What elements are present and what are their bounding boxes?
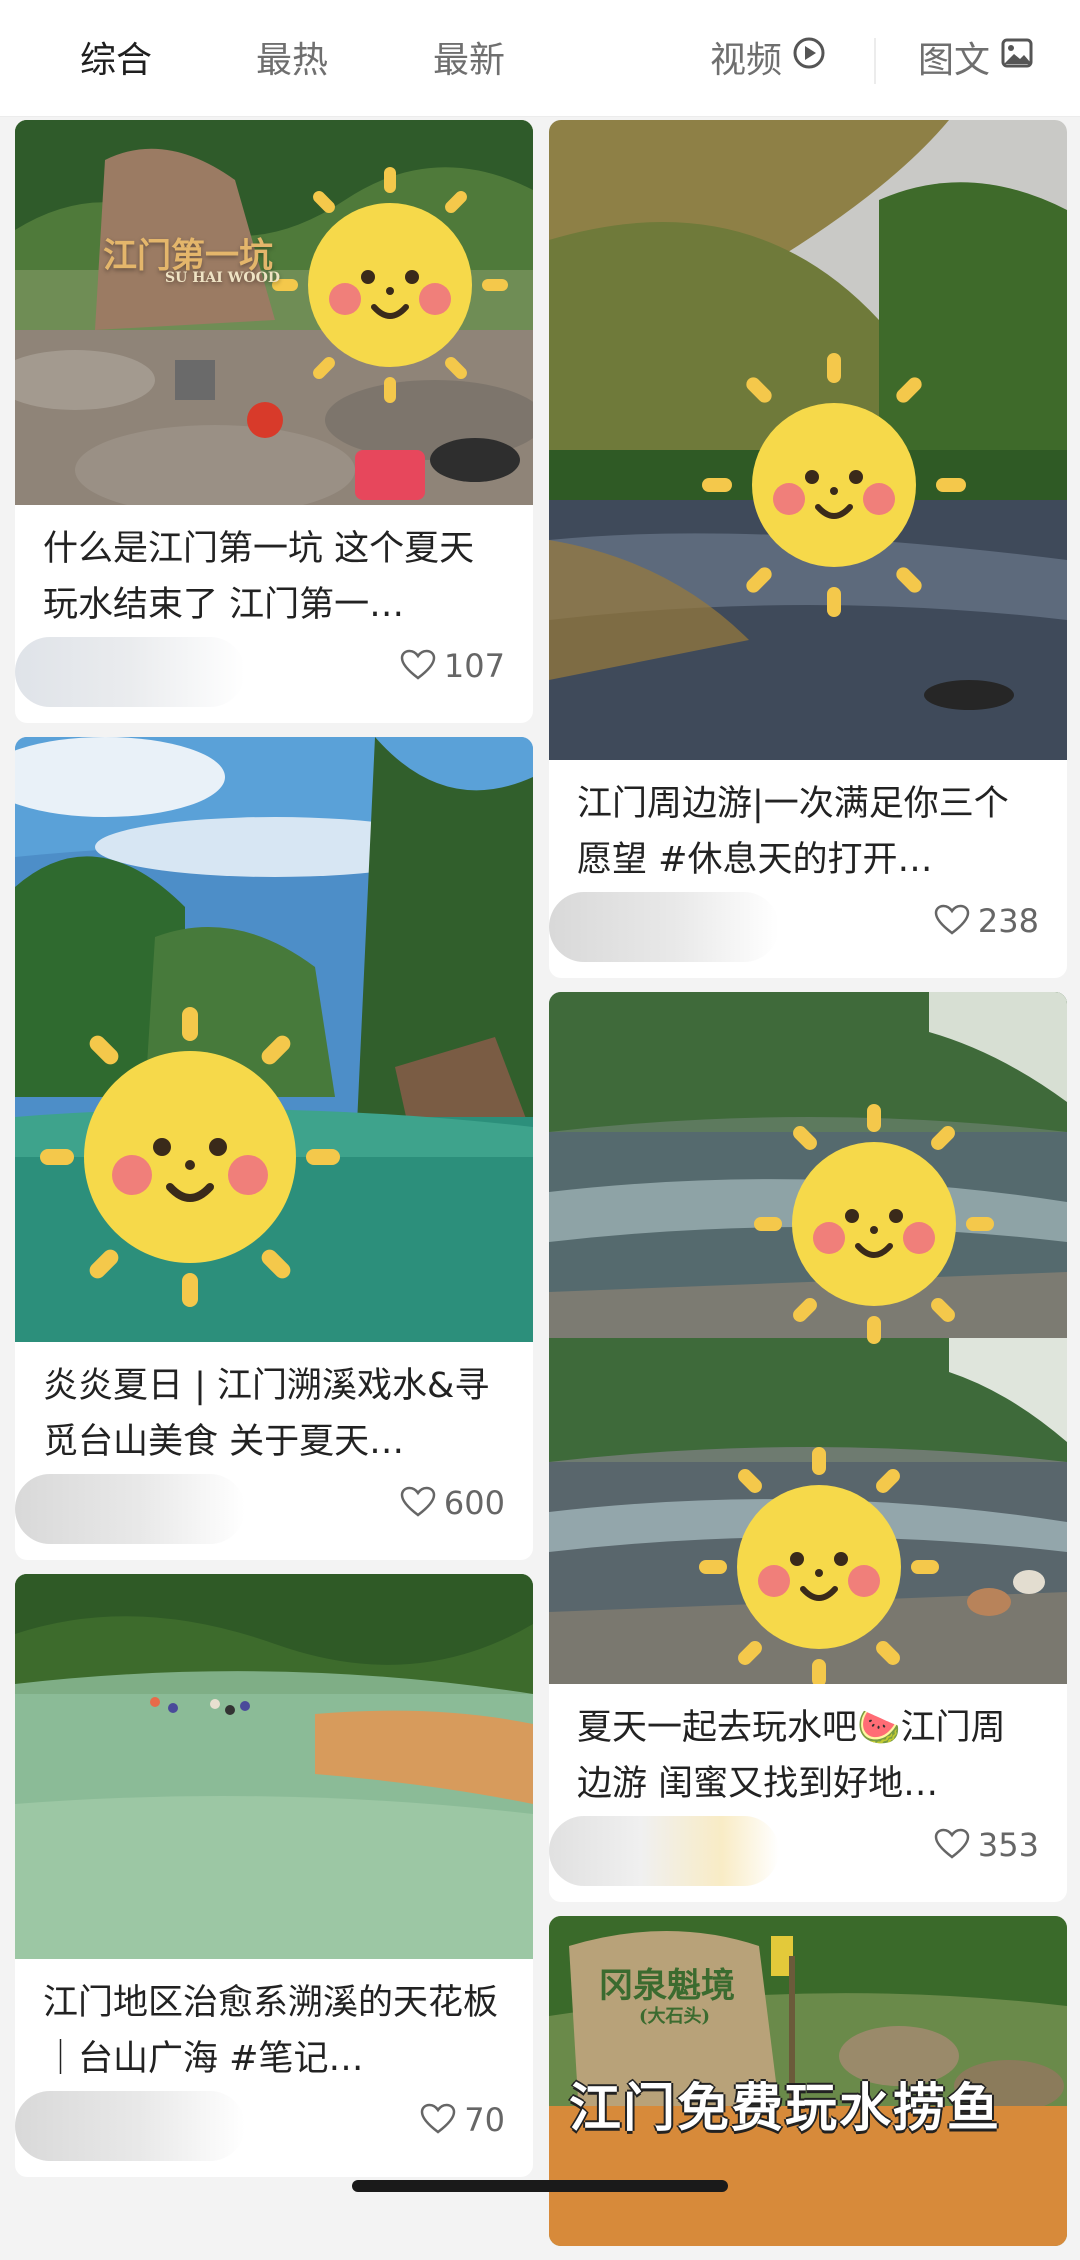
like-count[interactable]: 238 [934, 896, 1039, 946]
tab-video[interactable]: 视频 [710, 36, 826, 86]
note-cover-image[interactable]: 冈泉魁境 (大石头) 江门免费玩水捞鱼 [549, 1916, 1067, 2246]
like-count[interactable]: 353 [934, 1820, 1039, 1870]
like-count-value: 107 [443, 647, 505, 685]
like-count[interactable]: 107 [400, 641, 505, 691]
like-count-value: 70 [464, 2101, 505, 2139]
home-indicator[interactable] [352, 2180, 728, 2192]
tab-hottest[interactable]: 最热 [256, 36, 328, 86]
stone-inscription: 冈泉魁境 [599, 1966, 735, 2006]
stone-inscription-sub: (大石头) [639, 2006, 711, 2027]
note-card[interactable]: 江门地区治愈系溯溪的天花板｜台山广海 #笔记… 70 [15, 1574, 533, 2177]
note-cover-image[interactable] [15, 1574, 533, 1959]
note-meta: 238 [549, 888, 1067, 978]
tab-video-label: 视频 [710, 40, 783, 81]
note-cover-image[interactable] [549, 992, 1067, 1684]
like-count[interactable]: 600 [400, 1478, 505, 1528]
note-card[interactable]: 江门周边游|一次满足你三个愿望 #休息天的打开… 238 [549, 120, 1067, 978]
note-meta: 600 [15, 1470, 533, 1560]
note-card[interactable]: 冈泉魁境 (大石头) 江门免费玩水捞鱼 [549, 1916, 1067, 2246]
heart-icon [400, 649, 436, 680]
note-cover-image[interactable] [15, 737, 533, 1342]
author-avatar[interactable] [15, 2091, 245, 2161]
note-title[interactable]: 江门地区治愈系溯溪的天花板｜台山广海 #笔记… [15, 1959, 533, 2087]
tab-newest[interactable]: 最新 [433, 36, 505, 86]
author-avatar[interactable] [15, 1474, 245, 1544]
note-meta: 70 [15, 2087, 533, 2177]
cover-overlay-title: 江门免费玩水捞鱼 [569, 2079, 1002, 2139]
author-avatar[interactable] [15, 637, 245, 707]
note-title[interactable]: 夏天一起去玩水吧🍉江门周边游 闺蜜又找到好地… [549, 1684, 1067, 1812]
note-card[interactable]: 江门第一坑 SU HAI WOOD 什么是江门第一坑 这个夏天玩水结束了 江门第… [15, 120, 533, 723]
note-title[interactable]: 什么是江门第一坑 这个夏天玩水结束了 江门第一… [15, 505, 533, 633]
like-count[interactable]: 70 [420, 2095, 505, 2145]
tab-image-text-label: 图文 [918, 40, 991, 81]
tab-divider [874, 38, 876, 84]
feed-column-right: 江门周边游|一次满足你三个愿望 #休息天的打开… 238 夏天一起去玩水吧🍉江门… [549, 120, 1067, 2260]
note-title[interactable]: 江门周边游|一次满足你三个愿望 #休息天的打开… [549, 760, 1067, 888]
feed-column-left: 江门第一坑 SU HAI WOOD 什么是江门第一坑 这个夏天玩水结束了 江门第… [15, 120, 533, 2191]
author-avatar[interactable] [549, 1816, 779, 1886]
heart-icon [934, 904, 970, 935]
like-count-value: 600 [443, 1484, 505, 1522]
author-avatar[interactable] [549, 892, 779, 962]
heart-icon [421, 2103, 456, 2134]
tab-image-text[interactable]: 图文 [918, 36, 1034, 86]
tab-comprehensive[interactable]: 综合 [80, 36, 152, 86]
note-cover-image[interactable]: 江门第一坑 SU HAI WOOD [15, 120, 533, 505]
heart-icon [400, 1486, 436, 1517]
cover-overlay-subtitle: SU HAI WOOD [165, 270, 280, 286]
note-title[interactable]: 炎炎夏日 | 江门溯溪戏水&寻觅台山美食 关于夏天… [15, 1342, 533, 1470]
note-card[interactable]: 炎炎夏日 | 江门溯溪戏水&寻觅台山美食 关于夏天… 600 [15, 737, 533, 1560]
like-count-value: 238 [977, 902, 1039, 940]
note-cover-image[interactable] [549, 120, 1067, 760]
play-circle-icon [792, 34, 826, 84]
note-card[interactable]: 夏天一起去玩水吧🍉江门周边游 闺蜜又找到好地… 353 [549, 992, 1067, 1902]
note-meta: 353 [549, 1812, 1067, 1902]
image-icon [1000, 34, 1034, 84]
note-meta: 107 [15, 633, 533, 723]
heart-icon [934, 1828, 970, 1859]
filter-tab-bar: 综合 最热 最新 视频 图文 [0, 0, 1080, 117]
like-count-value: 353 [977, 1826, 1039, 1864]
